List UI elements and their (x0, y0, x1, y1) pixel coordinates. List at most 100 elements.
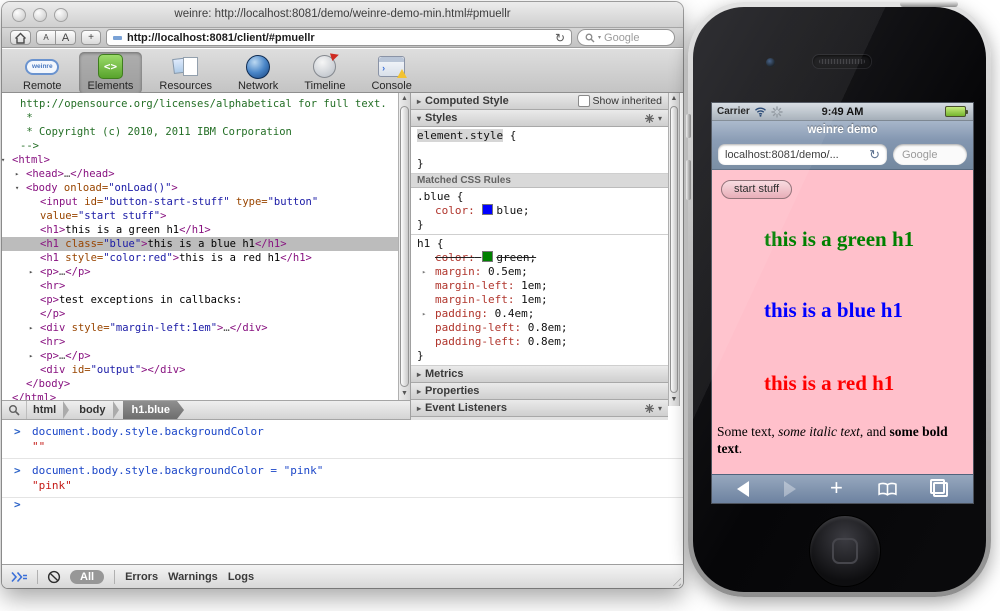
dom-tree-line[interactable]: ▾<body onload="onLoad()"> (2, 181, 398, 195)
dom-tree-line[interactable]: <h1>this is a green h1</h1> (2, 223, 398, 237)
add-icon[interactable]: + (830, 477, 843, 499)
collapse-icon[interactable]: ▾ (2, 153, 5, 167)
dom-tree-line[interactable]: </html> (2, 391, 398, 400)
volume-button[interactable] (686, 160, 691, 200)
css-declaration[interactable]: color: green; (411, 251, 668, 265)
show-inherited-checkbox[interactable] (578, 95, 590, 107)
tab-elements[interactable]: <> Elements (79, 52, 143, 94)
minimize-button[interactable] (33, 8, 47, 22)
console-prompt-row[interactable]: > (2, 498, 683, 521)
font-smaller-button[interactable]: A (36, 30, 56, 45)
dom-tree-line[interactable]: <h1 style="color:red">this is a red h1</… (2, 251, 398, 265)
home-button[interactable] (10, 30, 31, 45)
css-declaration[interactable]: padding-left: 0.8em; (411, 321, 668, 335)
new-tab-button[interactable]: + (81, 30, 101, 45)
scrollbar-thumb[interactable] (670, 106, 678, 393)
close-button[interactable] (12, 8, 26, 22)
filter-all[interactable]: All (70, 570, 104, 584)
reload-icon[interactable]: ↻ (555, 32, 565, 44)
gear-icon[interactable] (644, 113, 655, 124)
filter-errors[interactable]: Errors (125, 571, 158, 583)
event-listeners-section[interactable]: ▸ Event Listeners ▾ (411, 400, 668, 417)
home-button[interactable] (809, 515, 881, 587)
expand-icon[interactable]: ▸ (15, 167, 19, 181)
scroll-up-icon[interactable]: ▲ (669, 93, 679, 105)
scroll-down-icon[interactable]: ▼ (669, 394, 679, 406)
dom-tree-line[interactable]: ▾<html> (2, 153, 398, 167)
dom-tree-line[interactable]: </p> (2, 307, 398, 321)
expand-icon[interactable]: ▸ (422, 265, 426, 279)
expand-icon[interactable]: ▸ (29, 265, 33, 279)
breadcrumb-item-body[interactable]: body (73, 401, 111, 419)
breadcrumb-item-html[interactable]: html (27, 401, 62, 419)
dom-tree-line[interactable]: ▸<div style="margin-left:1em">…</div> (2, 321, 398, 335)
css-declaration[interactable]: ▸padding: 0.4em; (411, 307, 668, 321)
expand-icon[interactable]: ▸ (417, 97, 421, 106)
dom-tree-line[interactable]: <h1 class="blue">this is a blue h1</h1> (2, 237, 398, 251)
dom-tree-line[interactable]: </body> (2, 377, 398, 391)
phone-address-bar[interactable]: localhost:8081/demo/... ↻ (718, 144, 887, 165)
expand-icon[interactable]: ▸ (417, 387, 421, 396)
reload-icon[interactable]: ↻ (869, 149, 880, 161)
forward-icon[interactable] (784, 481, 796, 497)
element-style-rule[interactable]: element.style { } (411, 127, 668, 174)
phone-search-input[interactable]: Google (893, 144, 967, 165)
collapse-icon[interactable]: ▾ (15, 181, 19, 195)
tab-timeline[interactable]: Timeline (295, 52, 354, 94)
address-bar[interactable]: http://localhost:8081/client/#pmuellr ↻ (106, 29, 572, 46)
search-icon[interactable] (8, 404, 20, 416)
css-declaration[interactable]: margin-left: 1em; (411, 279, 668, 293)
sidebar-scrollbar[interactable]: ▲ ▼ (668, 93, 680, 406)
start-stuff-button[interactable]: start stuff (721, 180, 792, 199)
scrollbar-thumb[interactable] (400, 106, 409, 387)
dom-tree-line[interactable]: <hr> (2, 279, 398, 293)
tab-network[interactable]: Network (229, 52, 287, 94)
dom-tree-line[interactable]: ▸<p>…</p> (2, 349, 398, 363)
scroll-down-icon[interactable]: ▼ (399, 388, 410, 400)
metrics-section[interactable]: ▸ Metrics (411, 366, 668, 383)
dom-tree-line[interactable]: ▸<p>…</p> (2, 265, 398, 279)
mute-switch[interactable] (686, 114, 691, 138)
dom-tree-line[interactable]: <p>test exceptions in callbacks: (2, 293, 398, 307)
scroll-up-icon[interactable]: ▲ (399, 93, 410, 105)
filter-warnings[interactable]: Warnings (168, 571, 218, 583)
pages-icon[interactable] (933, 482, 948, 497)
expand-icon[interactable]: ▸ (417, 404, 421, 413)
rule-selector[interactable]: h1 { (411, 237, 668, 251)
clear-console-icon[interactable] (47, 570, 61, 584)
dom-tree-line[interactable]: * (2, 111, 398, 125)
gear-icon[interactable] (644, 403, 655, 414)
tab-remote[interactable]: weinre Remote (14, 52, 71, 94)
properties-section[interactable]: ▸ Properties (411, 383, 668, 400)
styles-section[interactable]: ▾ Styles ▾ (411, 110, 668, 127)
dom-tree-line[interactable]: <hr> (2, 335, 398, 349)
expand-icon[interactable]: ▸ (29, 349, 33, 363)
dom-tree-line[interactable]: <input id="button-start-stuff" type="but… (2, 195, 398, 223)
filter-logs[interactable]: Logs (228, 571, 254, 583)
tree-scrollbar[interactable]: ▲ ▼ (398, 93, 410, 400)
dom-tree-line[interactable]: http://opensource.org/licenses/alphabeti… (2, 97, 398, 111)
resize-grip[interactable] (669, 574, 681, 586)
rule-selector[interactable]: element.style (417, 129, 503, 142)
css-declaration[interactable]: padding-left: 0.8em; (411, 335, 668, 349)
expand-icon[interactable]: ▸ (422, 307, 426, 321)
breadcrumb-item-h1.blue[interactable]: h1.blue (123, 401, 185, 419)
collapse-icon[interactable]: ▾ (417, 114, 421, 123)
tab-console[interactable]: › Console (362, 52, 420, 94)
css-declaration[interactable]: ▸margin: 0.5em; (411, 265, 668, 279)
dom-tree-line[interactable]: ▸<head>…</head> (2, 167, 398, 181)
window-titlebar[interactable]: weinre: http://localhost:8081/demo/weinr… (2, 2, 683, 28)
console-toggle-icon[interactable] (11, 571, 28, 583)
expand-icon[interactable]: ▸ (417, 370, 421, 379)
rule-selector[interactable]: .blue { (411, 190, 668, 204)
search-input[interactable]: ▾ Google (577, 29, 675, 46)
dom-tree-line[interactable]: --> (2, 139, 398, 153)
dom-tree-line[interactable]: <div id="output"></div> (2, 363, 398, 377)
back-icon[interactable] (737, 481, 749, 497)
css-declaration[interactable]: margin-left: 1em; (411, 293, 668, 307)
computed-style-section[interactable]: ▸ Computed Style Show inherited (411, 93, 668, 110)
expand-icon[interactable]: ▸ (29, 321, 33, 335)
css-declaration[interactable]: color: blue; (411, 204, 668, 218)
bookmarks-icon[interactable] (877, 482, 898, 497)
font-larger-button[interactable]: A (56, 30, 76, 45)
